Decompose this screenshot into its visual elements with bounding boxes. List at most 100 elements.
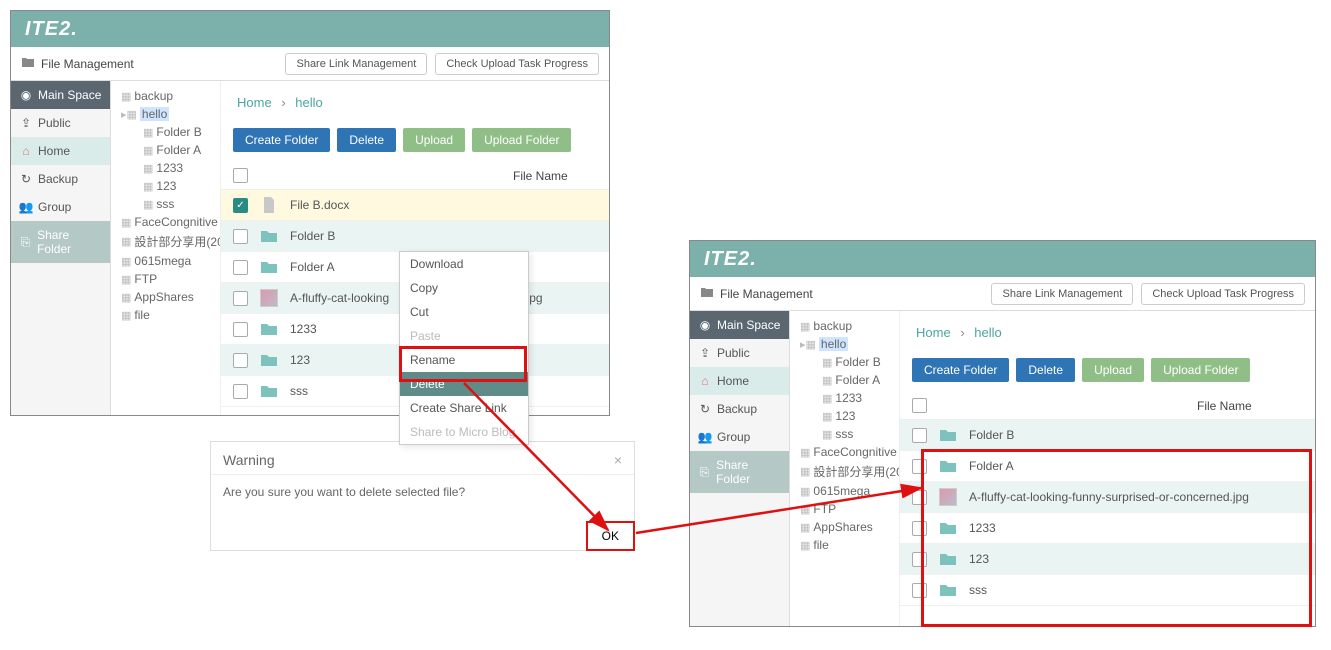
image-thumb-icon: [260, 289, 278, 307]
file-row[interactable]: Folder B: [221, 221, 609, 252]
tree-item-file[interactable]: ▦file: [115, 306, 216, 324]
tree-item-facecog[interactable]: ▦FaceCongnitive: [115, 213, 216, 231]
file-name: 1233: [290, 322, 317, 336]
tab-backup[interactable]: ↻ Backup: [11, 165, 110, 193]
share-link-mgmt-button[interactable]: Share Link Management: [285, 53, 427, 75]
file-row[interactable]: sss: [900, 575, 1315, 606]
tab-main-space[interactable]: ◉ Main Space: [690, 311, 789, 339]
tree-item-backup[interactable]: ▦backup: [115, 87, 216, 105]
tree-item-facecog[interactable]: ▦FaceCongnitive: [794, 443, 895, 461]
create-folder-button[interactable]: Create Folder: [912, 358, 1009, 382]
tree-item-sss[interactable]: ▦sss: [115, 195, 216, 213]
crumb-home[interactable]: Home: [916, 325, 951, 340]
tab-share-folder[interactable]: ⎘ Share Folder: [690, 451, 789, 493]
upload-button[interactable]: Upload: [403, 128, 465, 152]
file-row[interactable]: Folder B: [900, 420, 1315, 451]
tree-item-123[interactable]: ▦123: [794, 407, 895, 425]
check-upload-progress-button[interactable]: Check Upload Task Progress: [1141, 283, 1305, 305]
tree-item-design[interactable]: ▦設計部分享用(201808: [115, 231, 216, 252]
tab-public[interactable]: ⇪ Public: [11, 109, 110, 137]
share-link-mgmt-button[interactable]: Share Link Management: [991, 283, 1133, 305]
tree-item-mega[interactable]: ▦0615mega: [794, 482, 895, 500]
row-checkbox[interactable]: [912, 459, 927, 474]
dialog-title: Warning: [223, 452, 275, 468]
tree-item-123[interactable]: ▦123: [115, 177, 216, 195]
row-checkbox[interactable]: [912, 583, 927, 598]
tree-item-hello[interactable]: ▸▦hello: [794, 335, 895, 353]
close-icon[interactable]: ×: [614, 452, 622, 468]
file-row[interactable]: A-fluffy-cat-looking-funny-surprised-or-…: [900, 482, 1315, 513]
dialog-body: Are you sure you want to delete selected…: [211, 475, 634, 509]
select-all-checkbox[interactable]: [912, 398, 927, 413]
tab-backup[interactable]: ↻ Backup: [690, 395, 789, 423]
tree-item-backup[interactable]: ▦backup: [794, 317, 895, 335]
folder-icon: [939, 457, 957, 475]
row-checkbox[interactable]: [233, 322, 248, 337]
list-header: File Name: [900, 392, 1315, 420]
row-checkbox[interactable]: [233, 260, 248, 275]
row-checkbox[interactable]: [233, 291, 248, 306]
tab-home[interactable]: ⌂ Home: [690, 367, 789, 395]
folder-icon: ▦: [121, 255, 131, 268]
breadcrumb: Home › hello: [221, 81, 609, 124]
tree-item-folder-b[interactable]: ▦Folder B: [115, 123, 216, 141]
row-checkbox[interactable]: ✓: [233, 198, 248, 213]
tree-item-folder-b[interactable]: ▦Folder B: [794, 353, 895, 371]
folder-icon: ▦: [800, 485, 810, 498]
upload-folder-button[interactable]: Upload Folder: [1151, 358, 1250, 382]
tree-item-1233[interactable]: ▦1233: [794, 389, 895, 407]
row-checkbox[interactable]: [233, 353, 248, 368]
folder-icon: ▦: [800, 539, 810, 552]
delete-button[interactable]: Delete: [337, 128, 396, 152]
col-file-name: File Name: [513, 169, 568, 183]
ctx-copy[interactable]: Copy: [400, 276, 528, 300]
share-folder-icon: ⎘: [19, 235, 32, 249]
row-checkbox[interactable]: [233, 229, 248, 244]
file-row-selected[interactable]: ✓ File B.docx: [221, 190, 609, 221]
ok-button[interactable]: OK: [586, 521, 635, 551]
row-checkbox[interactable]: [912, 521, 927, 536]
create-folder-button[interactable]: Create Folder: [233, 128, 330, 152]
tree-item-ftp[interactable]: ▦FTP: [115, 270, 216, 288]
tab-group[interactable]: 👥 Group: [11, 193, 110, 221]
tree-item-file[interactable]: ▦file: [794, 536, 895, 554]
check-upload-progress-button[interactable]: Check Upload Task Progress: [435, 53, 599, 75]
crumb-home[interactable]: Home: [237, 95, 272, 110]
file-row[interactable]: 123: [900, 544, 1315, 575]
ctx-download[interactable]: Download: [400, 252, 528, 276]
tab-group[interactable]: 👥 Group: [690, 423, 789, 451]
row-checkbox[interactable]: [912, 428, 927, 443]
folder-icon: [939, 519, 957, 537]
row-checkbox[interactable]: [233, 384, 248, 399]
ctx-cut[interactable]: Cut: [400, 300, 528, 324]
tab-public[interactable]: ⇪ Public: [690, 339, 789, 367]
tree-item-appshares[interactable]: ▦AppShares: [115, 288, 216, 306]
tree-item-design[interactable]: ▦設計部分享用(201808: [794, 461, 895, 482]
upload-folder-button[interactable]: Upload Folder: [472, 128, 571, 152]
tree-item-sss[interactable]: ▦sss: [794, 425, 895, 443]
select-all-checkbox[interactable]: [233, 168, 248, 183]
file-row[interactable]: 1233: [900, 513, 1315, 544]
tree-item-folder-a[interactable]: ▦Folder A: [794, 371, 895, 389]
tree-item-ftp[interactable]: ▦FTP: [794, 500, 895, 518]
row-checkbox[interactable]: [912, 552, 927, 567]
tree-item-appshares[interactable]: ▦AppShares: [794, 518, 895, 536]
tree-item-mega[interactable]: ▦0615mega: [115, 252, 216, 270]
share-folder-icon: ⎘: [698, 465, 711, 479]
row-checkbox[interactable]: [912, 490, 927, 505]
ctx-delete[interactable]: Delete: [400, 372, 528, 396]
ctx-create-share[interactable]: Create Share Link: [400, 396, 528, 420]
tree-item-1233[interactable]: ▦1233: [115, 159, 216, 177]
delete-button[interactable]: Delete: [1016, 358, 1075, 382]
tree-item-hello[interactable]: ▸▦hello: [115, 105, 216, 123]
tab-share-folder[interactable]: ⎘ Share Folder: [11, 221, 110, 263]
tree-item-folder-a[interactable]: ▦Folder A: [115, 141, 216, 159]
tab-main-space[interactable]: ◉ Main Space: [11, 81, 110, 109]
ctx-rename[interactable]: Rename: [400, 348, 528, 372]
title-bar: File Management Share Link Management Ch…: [690, 277, 1315, 311]
file-row[interactable]: Folder A: [900, 451, 1315, 482]
upload-button[interactable]: Upload: [1082, 358, 1144, 382]
file-name: Folder A: [290, 260, 335, 274]
tab-home[interactable]: ⌂ Home: [11, 137, 110, 165]
folder-icon: [260, 227, 278, 245]
